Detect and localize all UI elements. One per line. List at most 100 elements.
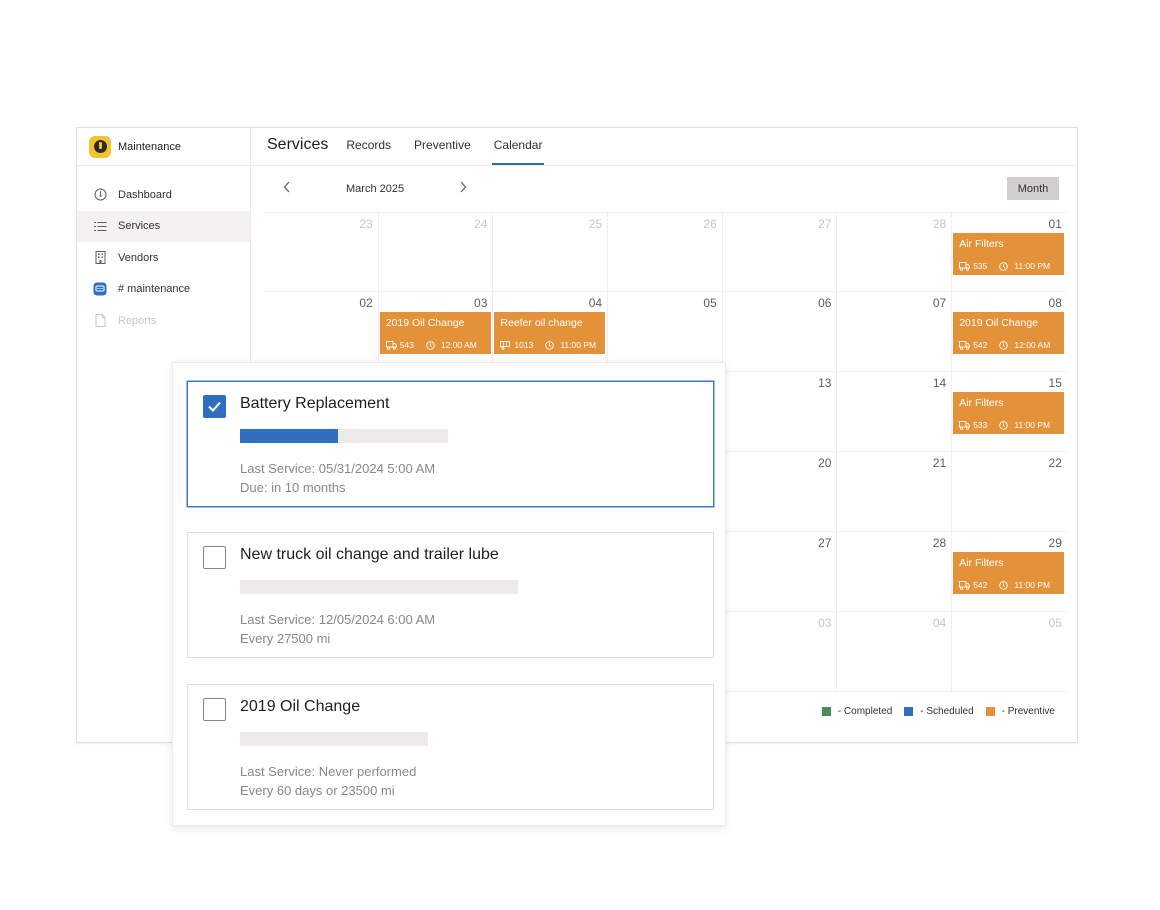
event-title: Reefer oil change <box>500 317 583 329</box>
event-time: 11:00 PM <box>560 340 597 350</box>
event-unit: 533 <box>973 420 988 430</box>
day-number: 27 <box>818 536 832 550</box>
legend-completed: - Completed <box>821 706 892 717</box>
calendar-day-cell[interactable]: 27 <box>722 532 838 612</box>
calendar-day-cell[interactable]: 29 Air Filters 542 11:00 PM <box>952 532 1067 612</box>
tab-records[interactable]: Records <box>344 138 393 165</box>
chevron-right-icon[interactable] <box>459 180 467 196</box>
calendar-day-cell[interactable]: 08 2019 Oil Change 542 12:00 AM <box>952 292 1067 372</box>
day-number: 15 <box>1048 376 1062 390</box>
day-number: 04 <box>932 616 947 630</box>
day-number: 14 <box>932 376 947 390</box>
sidebar-header: Maintenance <box>77 128 250 166</box>
event-time: 11:00 PM <box>1014 420 1051 430</box>
calendar-day-cell[interactable]: 13 <box>722 372 838 452</box>
calendar-day-cell[interactable]: 04 Reefer oil change 1013 11:00 PM <box>493 292 609 372</box>
dashboard-icon <box>93 188 107 202</box>
month-view-button[interactable]: Month <box>1007 177 1059 200</box>
day-number: 05 <box>1048 616 1062 630</box>
sidebar-nav: Dashboard Services Vendors # maintenance <box>77 166 250 337</box>
day-number: 28 <box>932 536 947 550</box>
day-number: 13 <box>818 376 832 390</box>
service-card-truck-oil[interactable]: New truck oil change and trailer lube La… <box>187 532 714 658</box>
event-title: Air Filters <box>959 557 1004 569</box>
sidebar-item-maintenance-channel[interactable]: # maintenance <box>77 274 250 306</box>
tab-preventive[interactable]: Preventive <box>412 138 473 165</box>
day-number: 26 <box>703 217 717 231</box>
event-time-wrap: 12:00 AM <box>426 340 477 350</box>
calendar-day-cell[interactable]: 23 <box>264 212 379 292</box>
sidebar-item-label: Dashboard <box>118 188 172 201</box>
calendar-event[interactable]: Air Filters 542 11:00 PM <box>953 552 1065 594</box>
legend-scheduled: - Scheduled <box>904 706 974 717</box>
clock-icon <box>545 340 557 350</box>
day-number: 03 <box>474 296 488 310</box>
calendar-day-cell[interactable]: 01 Air Filters 535 11:00 PM <box>952 212 1067 292</box>
calendar-event[interactable]: 2019 Oil Change 542 12:00 AM <box>953 312 1065 354</box>
calendar-day-cell[interactable]: 04 <box>837 612 953 692</box>
month-label: March 2025 <box>346 183 405 195</box>
event-time: 11:00 PM <box>1014 580 1051 590</box>
sidebar-item-label: # maintenance <box>118 283 191 296</box>
calendar-event[interactable]: Air Filters 533 11:00 PM <box>953 392 1065 434</box>
event-title: 2019 Oil Change <box>959 317 1038 329</box>
event-meta: 542 11:00 PM <box>959 580 1058 590</box>
calendar-day-cell[interactable]: 06 <box>722 292 838 372</box>
calendar-day-cell[interactable]: 05 <box>952 612 1067 692</box>
clock-icon <box>426 340 438 350</box>
service-checkbox[interactable] <box>203 395 226 418</box>
calendar-day-cell[interactable]: 20 <box>722 452 838 532</box>
calendar-day-cell[interactable]: 15 Air Filters 533 11:00 PM <box>952 372 1067 452</box>
event-meta: 1013 11:00 PM <box>500 340 599 350</box>
event-time-wrap: 12:00 AM <box>999 340 1050 350</box>
day-number: 06 <box>818 296 832 310</box>
day-number: 20 <box>818 456 832 470</box>
calendar-day-cell[interactable]: 28 <box>837 532 953 612</box>
calendar-day-cell[interactable]: 03 <box>722 612 838 692</box>
sidebar-item-services[interactable]: Services <box>77 210 250 242</box>
sidebar-item-label: Vendors <box>118 251 159 264</box>
calendar-day-cell[interactable]: 05 <box>608 292 723 372</box>
calendar-day-cell[interactable]: 03 2019 Oil Change 543 12:00 AM <box>378 292 494 372</box>
calendar-event[interactable]: Air Filters 535 11:00 PM <box>953 233 1065 275</box>
sidebar-item-reports[interactable]: Reports <box>77 305 250 337</box>
service-interval: Every 27500 mi <box>240 631 331 646</box>
service-checkbox[interactable] <box>203 698 226 721</box>
day-number: 22 <box>1048 456 1062 470</box>
clock-icon <box>999 580 1011 590</box>
calendar-day-cell[interactable]: 27 <box>722 212 838 292</box>
trailer-icon <box>500 340 514 350</box>
event-time-wrap: 11:00 PM <box>999 580 1050 590</box>
calendar-day-cell[interactable]: 26 <box>608 212 723 292</box>
service-due: Due: in 10 months <box>240 480 346 495</box>
service-progress-bar <box>240 580 518 594</box>
chevron-left-icon[interactable] <box>283 180 291 196</box>
event-time: 12:00 AM <box>440 340 477 350</box>
service-card-2019-oil[interactable]: 2019 Oil Change Last Service: Never perf… <box>187 684 714 810</box>
calendar-day-cell[interactable]: 21 <box>837 452 953 532</box>
sidebar-item-vendors[interactable]: Vendors <box>77 242 250 274</box>
event-unit: 535 <box>973 261 988 271</box>
calendar-day-cell[interactable]: 28 <box>837 212 953 292</box>
calendar-day-cell[interactable]: 14 <box>837 372 953 452</box>
legend-swatch <box>985 707 995 716</box>
calendar-toolbar: March 2025 Month <box>251 166 1077 210</box>
calendar-event[interactable]: Reefer oil change 1013 11:00 PM <box>494 312 606 354</box>
calendar-day-cell[interactable]: 22 <box>952 452 1067 532</box>
service-checkbox[interactable] <box>203 546 226 569</box>
service-title: New truck oil change and trailer lube <box>240 546 499 563</box>
calendar-day-cell[interactable]: 02 <box>264 292 379 372</box>
calendar-event[interactable]: 2019 Oil Change 543 12:00 AM <box>379 312 491 354</box>
calendar-day-cell[interactable]: 25 <box>493 212 609 292</box>
day-number: 01 <box>1048 217 1062 231</box>
event-time: 12:00 AM <box>1014 340 1051 350</box>
tab-calendar[interactable]: Calendar <box>491 138 545 165</box>
sidebar-item-dashboard[interactable]: Dashboard <box>77 179 250 211</box>
calendar-day-cell[interactable]: 07 <box>837 292 953 372</box>
service-progress-bar <box>240 429 448 443</box>
event-title: Air Filters <box>959 397 1004 409</box>
event-meta: 542 12:00 AM <box>959 340 1058 350</box>
event-time-wrap: 11:00 PM <box>545 340 596 350</box>
service-card-battery[interactable]: Battery Replacement Last Service: 05/31/… <box>187 381 714 507</box>
calendar-day-cell[interactable]: 24 <box>378 212 494 292</box>
